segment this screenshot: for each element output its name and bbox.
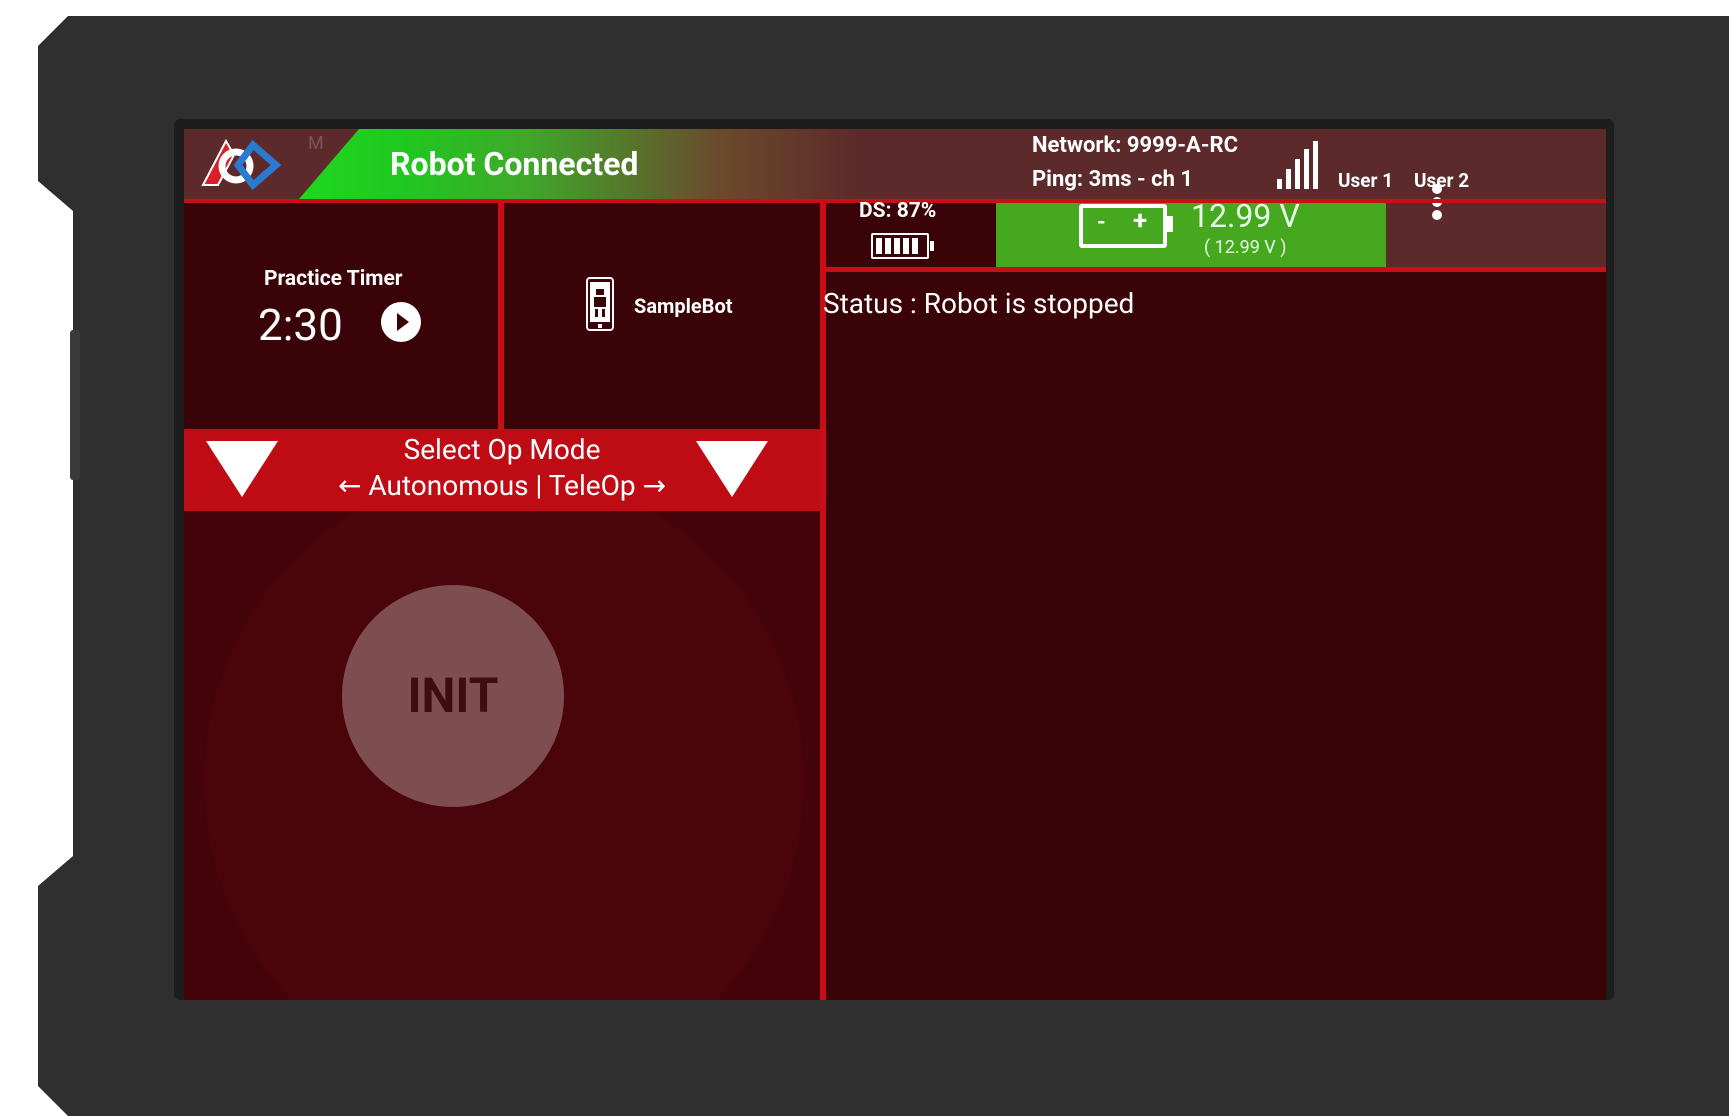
opmode-title: Select Op Mode [403,433,601,466]
init-button-label: INIT [407,667,499,724]
first-logo-icon [201,138,282,191]
robot-config-panel[interactable] [504,203,820,443]
practice-timer-value: 2:30 [258,299,343,351]
connection-status-label: Robot Connected [390,145,639,183]
status-panel [826,272,1606,1000]
opmode-subtitle: ← Autonomous | TeleOp → [337,469,667,502]
network-label: Network: 9999-A-RC [1032,133,1238,158]
status-text: Status : Robot is stopped [823,287,1135,320]
robot-battery-voltage: 12.99 V [1191,197,1300,235]
ping-label: Ping: 3ms - ch 1 [1032,167,1194,192]
brand-letter: M [308,133,324,154]
top-bar-right [1386,129,1606,267]
battery-plus: + [1133,206,1148,236]
driver-station-screen: M Robot Connected Network: 9999-A-RC Pin… [174,119,1614,1000]
play-circle-icon[interactable] [381,302,421,342]
battery-icon [871,233,934,259]
practice-timer-title: Practice Timer [264,267,403,291]
signal-bars-icon [1277,139,1319,189]
battery-minus: - [1097,210,1106,235]
logo-area [184,129,324,199]
more-vert-icon[interactable] [1427,181,1447,231]
robot-config-name[interactable]: SampleBot [634,294,733,318]
robot-battery-icon: - + [1079,204,1173,248]
tablet-side-button [70,330,80,480]
robot-battery-voltage-sub: ( 12.99 V ) [1204,237,1287,258]
ds-battery-label: DS: 87% [859,199,937,223]
phone-robot-icon [586,277,614,331]
user1-label[interactable]: User 1 [1338,169,1393,192]
